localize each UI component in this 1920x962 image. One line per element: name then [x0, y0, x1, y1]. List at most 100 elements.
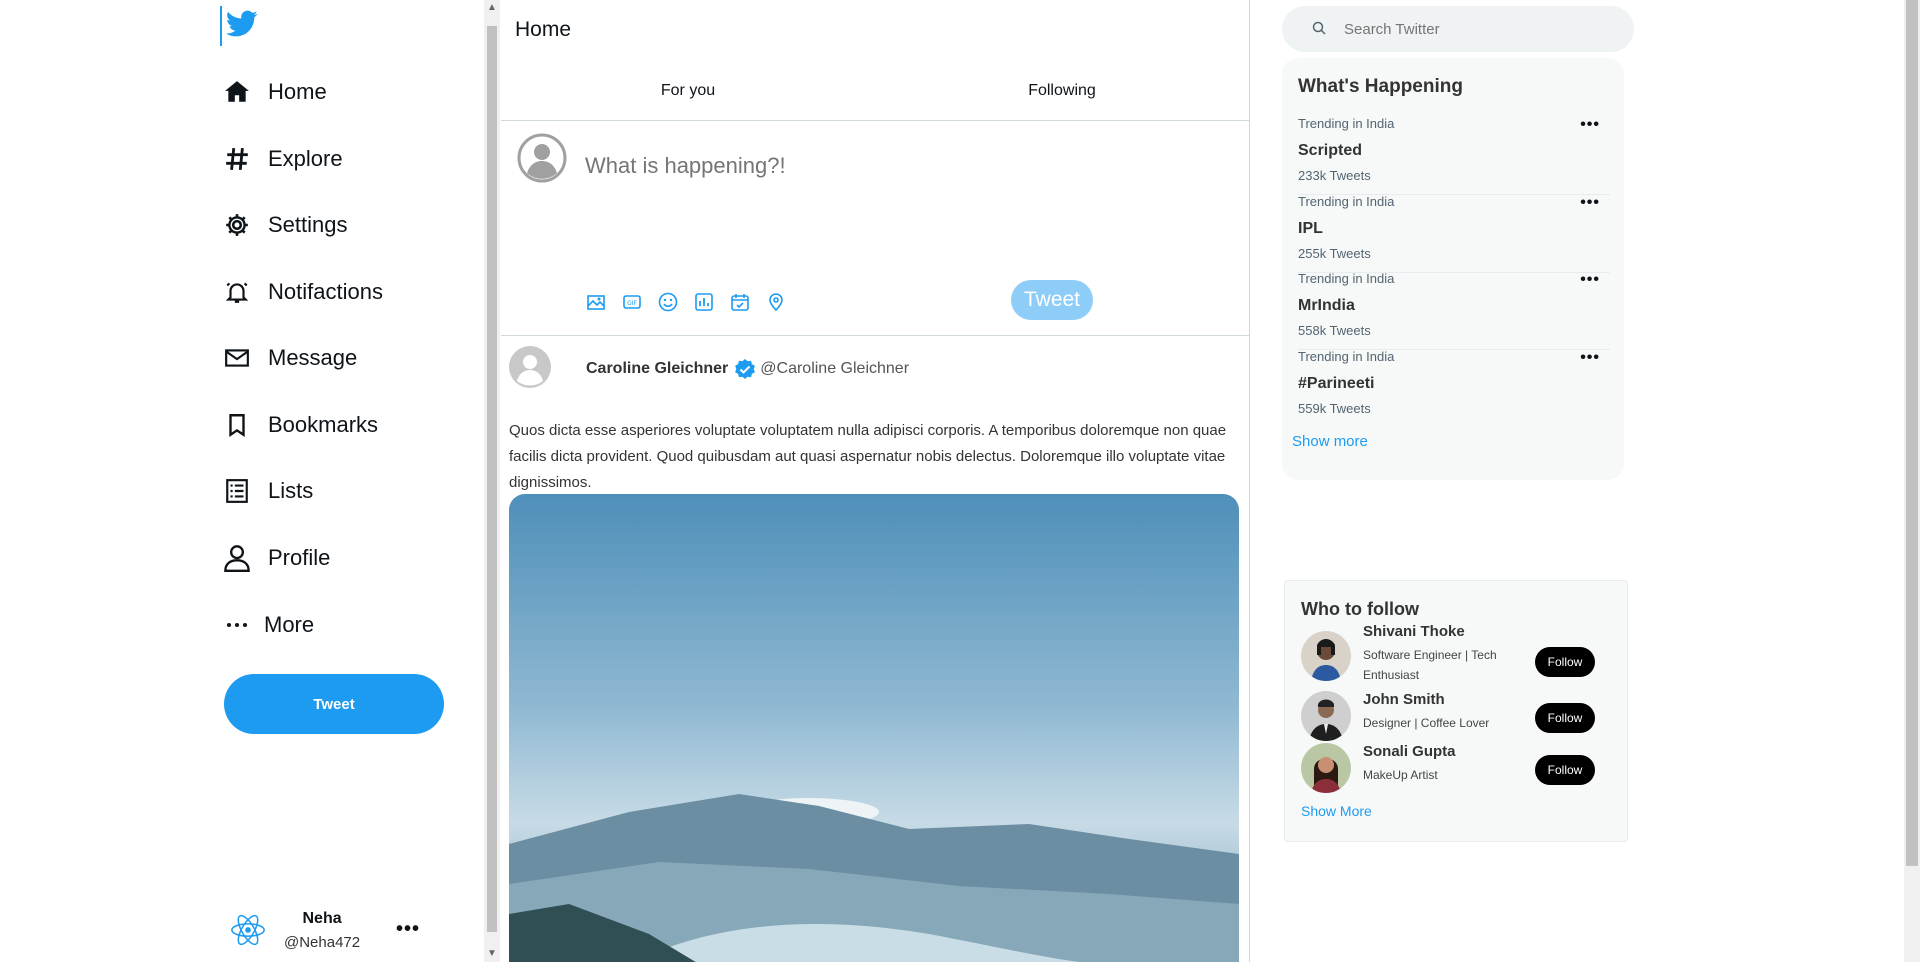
tweet-input[interactable] — [583, 145, 1087, 187]
trends-show-more-link[interactable]: Show more — [1292, 433, 1368, 450]
tab-for-you[interactable]: For you — [501, 70, 875, 120]
home-icon — [222, 77, 252, 107]
scrollbar[interactable] — [1904, 0, 1920, 962]
avatar[interactable] — [1301, 631, 1351, 681]
page-title: Home — [515, 18, 572, 41]
trend-item[interactable]: Trending in India ••• MrIndia 558k Tweet… — [1298, 271, 1610, 350]
trend-context: Trending in India — [1298, 349, 1395, 364]
right-sidebar: What's Happening Trending in India ••• S… — [1250, 0, 1910, 962]
gif-icon[interactable]: GIF — [621, 291, 643, 313]
suggested-user-bio: Software Engineer | Tech Enthusiast — [1363, 648, 1497, 682]
avatar[interactable] — [509, 346, 551, 388]
scroll-up-arrow-icon[interactable]: ▲ — [487, 2, 497, 13]
sidebar-item-more[interactable]: More — [222, 603, 314, 647]
trends-panel: What's Happening Trending in India ••• S… — [1282, 58, 1624, 480]
left-sidebar: Home Explore Settings Notifactions Messa… — [0, 0, 484, 962]
verified-badge-icon — [734, 358, 756, 380]
search-icon — [1312, 21, 1328, 37]
main-feed: Home For you Following GIF Tweet Carolin… — [501, 0, 1250, 962]
sidebar-item-label: Profile — [268, 545, 331, 570]
person-icon — [222, 543, 252, 573]
sidebar-item-label: Explore — [268, 146, 343, 171]
tweet-button[interactable]: Tweet — [224, 674, 444, 734]
sidebar-item-lists[interactable]: Lists — [222, 469, 313, 513]
sidebar-item-label: Settings — [268, 212, 348, 237]
more-options-icon[interactable]: ••• — [1580, 271, 1600, 289]
suggested-user-bio: MakeUp Artist — [1363, 768, 1438, 782]
sidebar-item-label: Message — [268, 345, 358, 370]
sidebar-item-label: Bookmarks — [268, 412, 379, 437]
sidebar-item-bookmarks[interactable]: Bookmarks — [222, 403, 378, 447]
trend-item[interactable]: Trending in India ••• IPL 255k Tweets — [1298, 194, 1610, 273]
sidebar-item-message[interactable]: Message — [222, 336, 357, 380]
hashtag-icon — [222, 144, 252, 174]
twitter-logo-icon[interactable] — [220, 6, 262, 46]
list-icon — [222, 476, 252, 506]
location-icon[interactable] — [765, 291, 787, 313]
trend-context: Trending in India — [1298, 271, 1395, 286]
composer-toolbar: GIF — [585, 291, 787, 313]
svg-text:GIF: GIF — [627, 300, 637, 307]
suggested-user-name[interactable]: John Smith — [1363, 691, 1445, 708]
more-options-icon[interactable]: ••• — [1580, 349, 1600, 367]
more-options-icon[interactable]: ••• — [396, 918, 420, 941]
sidebar-item-profile[interactable]: Profile — [222, 536, 330, 580]
trend-item[interactable]: Trending in India ••• #Parineeti 559k Tw… — [1298, 349, 1610, 427]
tab-following[interactable]: Following — [875, 70, 1249, 120]
emoji-icon[interactable] — [657, 291, 679, 313]
sidebar-item-label: Lists — [268, 478, 314, 503]
bell-icon — [222, 277, 252, 307]
sidebar-item-settings[interactable]: Settings — [222, 203, 348, 247]
bookmark-icon — [222, 410, 252, 440]
sidebar-item-home[interactable]: Home — [222, 70, 327, 114]
suggested-user-name[interactable]: Sonali Gupta — [1363, 743, 1456, 760]
more-icon — [222, 610, 252, 640]
account-handle: @Neha472 — [284, 933, 361, 951]
follow-button[interactable]: Follow — [1535, 647, 1595, 677]
who-to-follow-panel: Who to follow Shivani Thoke Software Eng… — [1284, 580, 1628, 842]
more-options-icon[interactable]: ••• — [1580, 116, 1600, 134]
trend-name: Scripted — [1298, 142, 1363, 159]
tweet-text: Quos dicta esse asperiores voluptate vol… — [509, 422, 1227, 491]
avatar[interactable] — [1301, 691, 1351, 741]
tweet-image[interactable] — [509, 494, 1239, 962]
suggested-user[interactable]: Sonali Gupta MakeUp Artist Follow — [1301, 743, 1611, 803]
suggested-user-name[interactable]: Shivani Thoke — [1363, 623, 1465, 640]
scrollbar[interactable]: ▲ ▼ — [484, 0, 500, 962]
sidebar-item-label: More — [264, 612, 315, 637]
suggested-user[interactable]: Shivani Thoke Software Engineer | Tech E… — [1301, 623, 1611, 683]
media-icon[interactable] — [585, 291, 607, 313]
trend-count: 255k Tweets — [1298, 246, 1371, 261]
poll-icon[interactable] — [693, 291, 715, 313]
trend-count: 233k Tweets — [1298, 168, 1371, 183]
trend-context: Trending in India — [1298, 194, 1395, 209]
account-name: Neha — [302, 909, 342, 927]
search-box[interactable] — [1282, 6, 1634, 52]
scrollbar-thumb[interactable] — [1906, 0, 1918, 866]
scroll-down-arrow-icon[interactable]: ▼ — [487, 948, 497, 959]
author-name[interactable]: Caroline Gleichner — [586, 360, 728, 378]
account-switcher[interactable]: Neha @Neha472 ••• — [226, 900, 426, 960]
trend-name: #Parineeti — [1298, 375, 1375, 392]
who-to-follow-show-more-link[interactable]: Show More — [1301, 803, 1372, 819]
suggested-user-bio: Designer | Coffee Lover — [1363, 716, 1490, 730]
schedule-icon[interactable] — [729, 291, 751, 313]
suggested-user[interactable]: John Smith Designer | Coffee Lover Follo… — [1301, 691, 1611, 751]
tweet-submit-button[interactable]: Tweet — [1011, 280, 1093, 320]
sidebar-item-explore[interactable]: Explore — [222, 137, 343, 181]
mail-icon — [222, 343, 252, 373]
feed-tabs: For you Following — [501, 70, 1249, 121]
sidebar-item-notifications[interactable]: Notifactions — [222, 270, 383, 314]
scrollbar-thumb[interactable] — [487, 26, 497, 932]
tweet-author[interactable]: Caroline Gleichner @Caroline Gleichner — [586, 358, 909, 380]
more-options-icon[interactable]: ••• — [1580, 194, 1600, 212]
follow-button[interactable]: Follow — [1535, 703, 1595, 733]
search-input[interactable] — [1342, 19, 1606, 39]
trend-count: 559k Tweets — [1298, 401, 1371, 416]
follow-button[interactable]: Follow — [1535, 755, 1595, 785]
trend-item[interactable]: Trending in India ••• Scripted 233k Twee… — [1298, 116, 1610, 195]
avatar[interactable] — [1301, 743, 1351, 793]
author-handle[interactable]: @Caroline Gleichner — [760, 360, 909, 378]
tweet-composer: GIF Tweet — [501, 121, 1249, 336]
sidebar-item-label: Home — [268, 79, 327, 104]
